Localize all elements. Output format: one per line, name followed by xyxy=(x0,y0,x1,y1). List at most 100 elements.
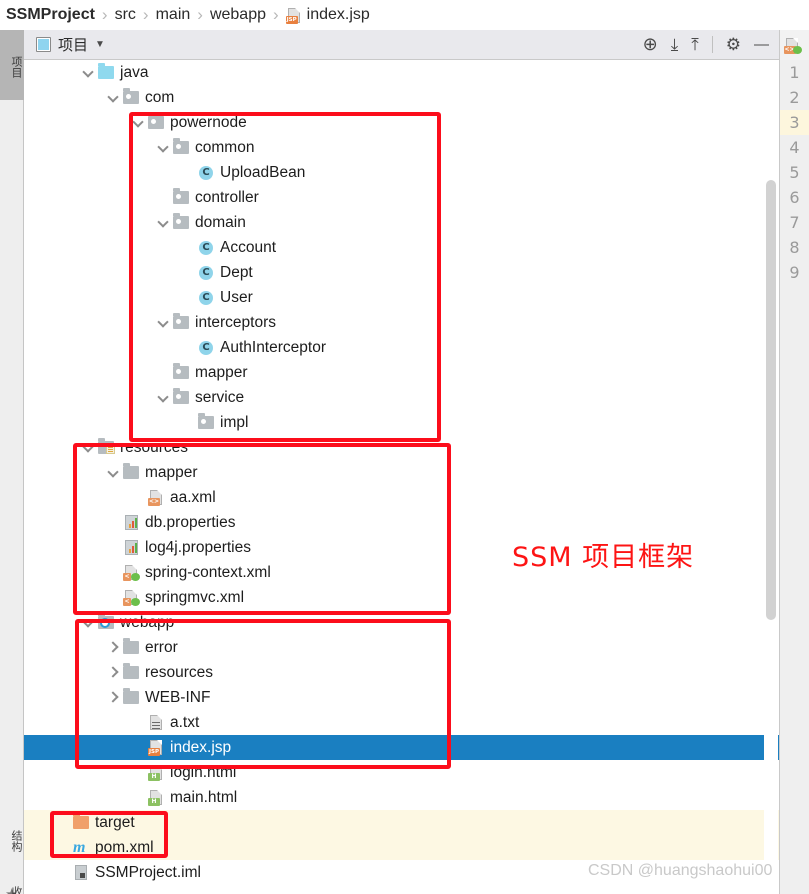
package-folder-icon xyxy=(173,188,190,206)
tree-row[interactable]: domain xyxy=(24,210,779,235)
tree-row[interactable]: webapp xyxy=(24,610,779,635)
breadcrumb-item-webapp[interactable]: webapp xyxy=(210,6,266,24)
chevron-down-icon[interactable] xyxy=(157,391,170,404)
tree-row[interactable]: C Dept xyxy=(24,260,779,285)
tree-row[interactable]: error xyxy=(24,635,779,660)
collapse-all-icon[interactable]: ⤒ xyxy=(691,35,699,55)
expand-all-icon[interactable]: ⤓ xyxy=(671,35,679,55)
java-class-icon: C xyxy=(198,164,215,181)
chevron-down-icon[interactable] xyxy=(132,116,145,129)
editor-tab[interactable]: <> xyxy=(779,30,809,60)
breadcrumb-item-project[interactable]: SSMProject xyxy=(6,6,95,24)
line-number: 4 xyxy=(789,138,800,157)
java-class-icon: C xyxy=(198,289,215,306)
tree-row[interactable]: C AuthInterceptor xyxy=(24,335,779,360)
locate-target-icon[interactable]: ⊕ xyxy=(643,34,658,55)
tree-row[interactable]: com xyxy=(24,85,779,110)
tree-row[interactable]: impl xyxy=(24,410,779,435)
tree-row[interactable]: < springmvc.xml xyxy=(24,585,779,610)
tree-row-label: Account xyxy=(220,238,277,256)
tree-row[interactable]: common xyxy=(24,135,779,160)
chevron-right-icon[interactable] xyxy=(107,666,120,679)
tree-row-label: aa.xml xyxy=(170,488,216,506)
folder-icon xyxy=(123,463,140,481)
project-panel-toolbar: 项目 ▼ ⊕ ⤓ ⤒ ⚙ — xyxy=(24,30,779,60)
tree-row[interactable]: a.txt xyxy=(24,710,779,735)
tree-row[interactable]: C User xyxy=(24,285,779,310)
tree-row[interactable]: java xyxy=(24,60,779,85)
chevron-down-icon[interactable] xyxy=(107,466,120,479)
tree-row[interactable]: m pom.xml xyxy=(24,835,779,860)
tree-row[interactable]: mapper xyxy=(24,460,779,485)
folder-icon xyxy=(123,663,140,681)
tree-row[interactable]: interceptors xyxy=(24,310,779,335)
tool-tab-favorites[interactable]: 收藏夹 xyxy=(0,866,24,894)
chevron-down-icon[interactable] xyxy=(82,441,95,454)
tree-row-label: mapper xyxy=(195,363,248,381)
tree-row-label: domain xyxy=(195,213,246,231)
tree-row-label: java xyxy=(120,63,149,81)
tree-row-label: controller xyxy=(195,188,259,206)
tree-row[interactable]: mapper xyxy=(24,360,779,385)
chevron-down-icon[interactable] xyxy=(157,141,170,154)
chevron-down-icon[interactable] xyxy=(157,216,170,229)
tree-row[interactable]: WEB-INF xyxy=(24,685,779,710)
tree-row[interactable]: db.properties xyxy=(24,510,779,535)
tree-row-label: index.jsp xyxy=(170,738,232,756)
breadcrumb-item-main[interactable]: main xyxy=(156,6,191,24)
tool-tab-structure[interactable]: 结构 xyxy=(0,814,24,866)
breadcrumb-item-file[interactable]: index.jsp xyxy=(307,6,370,24)
tree-row-label: main.html xyxy=(170,788,238,806)
tree-row-label: error xyxy=(145,638,178,656)
tree-row-label: mapper xyxy=(145,463,198,481)
tree-row-label: resources xyxy=(120,438,189,456)
minimize-icon[interactable]: — xyxy=(754,36,769,53)
chevron-down-icon[interactable] xyxy=(157,316,170,329)
tree-row-label: resources xyxy=(145,663,214,681)
project-file-tree[interactable]: java com powernode common C UploadBean control… xyxy=(24,60,779,894)
tree-row[interactable]: Hmain.html xyxy=(24,785,779,810)
line-number: 6 xyxy=(789,188,800,207)
tree-row[interactable]: resources xyxy=(24,435,779,460)
tree-row-label: webapp xyxy=(120,613,175,631)
tree-row[interactable]: controller xyxy=(24,185,779,210)
chevron-down-icon[interactable] xyxy=(107,91,120,104)
project-view-icon xyxy=(36,37,51,52)
chevron-down-icon[interactable] xyxy=(82,616,95,629)
tree-row[interactable]: <> aa.xml xyxy=(24,485,779,510)
tree-row[interactable]: C UploadBean xyxy=(24,160,779,185)
package-folder-icon xyxy=(173,138,190,156)
chevron-down-icon[interactable] xyxy=(82,66,95,79)
spring-xml-file-icon: < xyxy=(123,564,140,581)
scrollbar-thumb[interactable] xyxy=(766,180,776,620)
tree-row[interactable]: resources xyxy=(24,660,779,685)
chevron-right-icon[interactable] xyxy=(107,641,120,654)
tree-row[interactable]: C Account xyxy=(24,235,779,260)
tree-vertical-scrollbar[interactable] xyxy=(764,60,778,894)
chevron-right-icon[interactable] xyxy=(107,691,120,704)
tree-row[interactable]: powernode xyxy=(24,110,779,135)
toolbar-divider xyxy=(711,36,713,53)
settings-gear-icon[interactable]: ⚙ xyxy=(726,35,741,55)
breadcrumb-separator-icon: › xyxy=(101,5,108,24)
breadcrumb-item-src[interactable]: src xyxy=(115,6,136,24)
line-number: 2 xyxy=(789,88,800,107)
tree-row[interactable]: Hlogin.html xyxy=(24,760,779,785)
tree-row[interactable]: target xyxy=(24,810,779,835)
tool-tab-project[interactable]: 项目 xyxy=(0,30,24,100)
chevron-down-icon[interactable]: ▼ xyxy=(95,39,105,50)
tree-row-label: SSMProject.iml xyxy=(95,863,201,881)
tree-row-label: Dept xyxy=(220,263,253,281)
tree-row-label: powernode xyxy=(170,113,247,131)
folder-icon xyxy=(98,63,115,81)
tree-row[interactable]: JSP index.jsp xyxy=(24,735,779,760)
tree-row[interactable]: service xyxy=(24,385,779,410)
